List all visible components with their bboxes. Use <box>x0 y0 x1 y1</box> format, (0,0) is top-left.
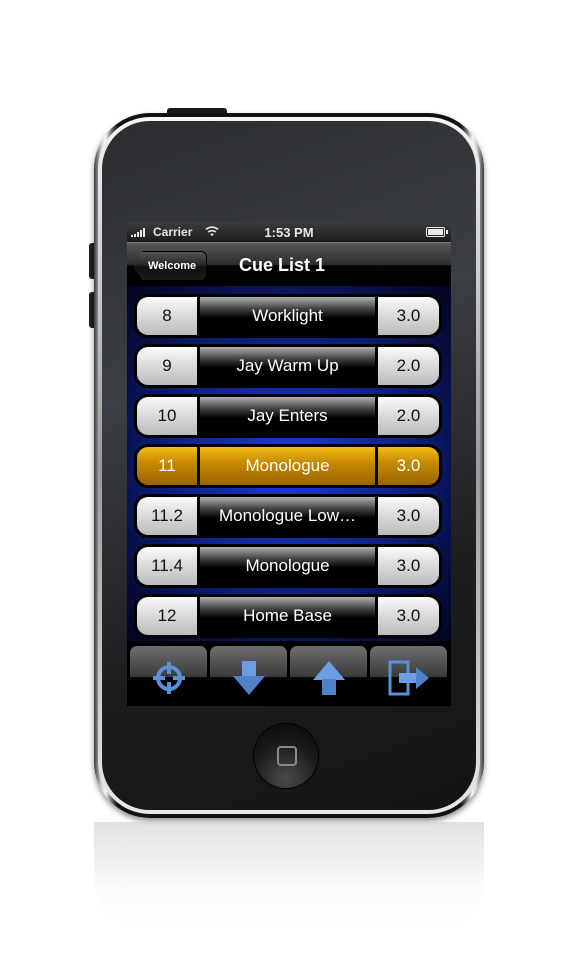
cue-name: Monologue <box>200 447 375 485</box>
cue-number: 9 <box>137 347 197 385</box>
exit-icon <box>388 660 429 696</box>
cue-row-active[interactable]: 11 Monologue 3.0 <box>134 444 442 488</box>
back-button[interactable]: Welcome <box>133 251 208 281</box>
cue-number: 11.4 <box>137 547 197 585</box>
cue-number: 12 <box>137 597 197 635</box>
cue-name: Monologue Low… <box>200 497 375 535</box>
cue-row[interactable]: 12 Home Base 3.0 <box>134 594 442 638</box>
cue-name: Jay Warm Up <box>200 347 375 385</box>
next-cue-button[interactable] <box>210 646 287 702</box>
cue-name: Worklight <box>200 297 375 335</box>
cue-time: 3.0 <box>378 597 439 635</box>
cue-row[interactable]: 11.2 Monologue Low… 3.0 <box>134 494 442 538</box>
cue-name: Jay Enters <box>200 397 375 435</box>
cue-time: 3.0 <box>378 497 439 535</box>
cue-number: 10 <box>137 397 197 435</box>
previous-cue-button[interactable] <box>290 646 367 702</box>
status-bar: Carrier 1:53 PM <box>127 222 451 242</box>
cue-time: 2.0 <box>378 397 439 435</box>
cue-row[interactable]: 10 Jay Enters 2.0 <box>134 394 442 438</box>
cue-name: Monologue <box>200 547 375 585</box>
cue-row[interactable]: 11.4 Monologue 3.0 <box>134 544 442 588</box>
cue-row[interactable]: 8 Worklight 3.0 <box>134 294 442 338</box>
cue-number: 11.2 <box>137 497 197 535</box>
cue-time: 3.0 <box>378 547 439 585</box>
navigation-bar: Welcome Cue List 1 <box>127 242 451 287</box>
cue-name: Home Base <box>200 597 375 635</box>
home-button[interactable] <box>254 724 318 788</box>
back-button-label: Welcome <box>148 260 197 272</box>
arrow-down-icon <box>232 661 265 695</box>
crosshair-icon <box>152 662 185 694</box>
page-title: Cue List 1 <box>239 255 326 275</box>
home-square-icon <box>277 746 297 766</box>
cue-time: 3.0 <box>378 297 439 335</box>
locate-active-cue-button[interactable] <box>130 646 207 702</box>
exit-button[interactable] <box>370 646 447 702</box>
phone-reflection <box>94 822 484 932</box>
battery-icon <box>426 227 448 237</box>
status-time: 1:53 PM <box>264 225 314 240</box>
device-screen: Carrier 1:53 PM Welcome Cue List 1 8 Wor… <box>127 222 451 706</box>
cue-number: 8 <box>137 297 197 335</box>
cue-list[interactable]: 8 Worklight 3.0 9 Jay Warm Up 2.0 10 Jay… <box>127 286 451 641</box>
bottom-toolbar <box>127 641 451 706</box>
cue-time: 2.0 <box>378 347 439 385</box>
cue-row[interactable]: 9 Jay Warm Up 2.0 <box>134 344 442 388</box>
arrow-up-icon <box>312 661 345 695</box>
cue-time: 3.0 <box>378 447 439 485</box>
cue-number: 11 <box>137 447 197 485</box>
